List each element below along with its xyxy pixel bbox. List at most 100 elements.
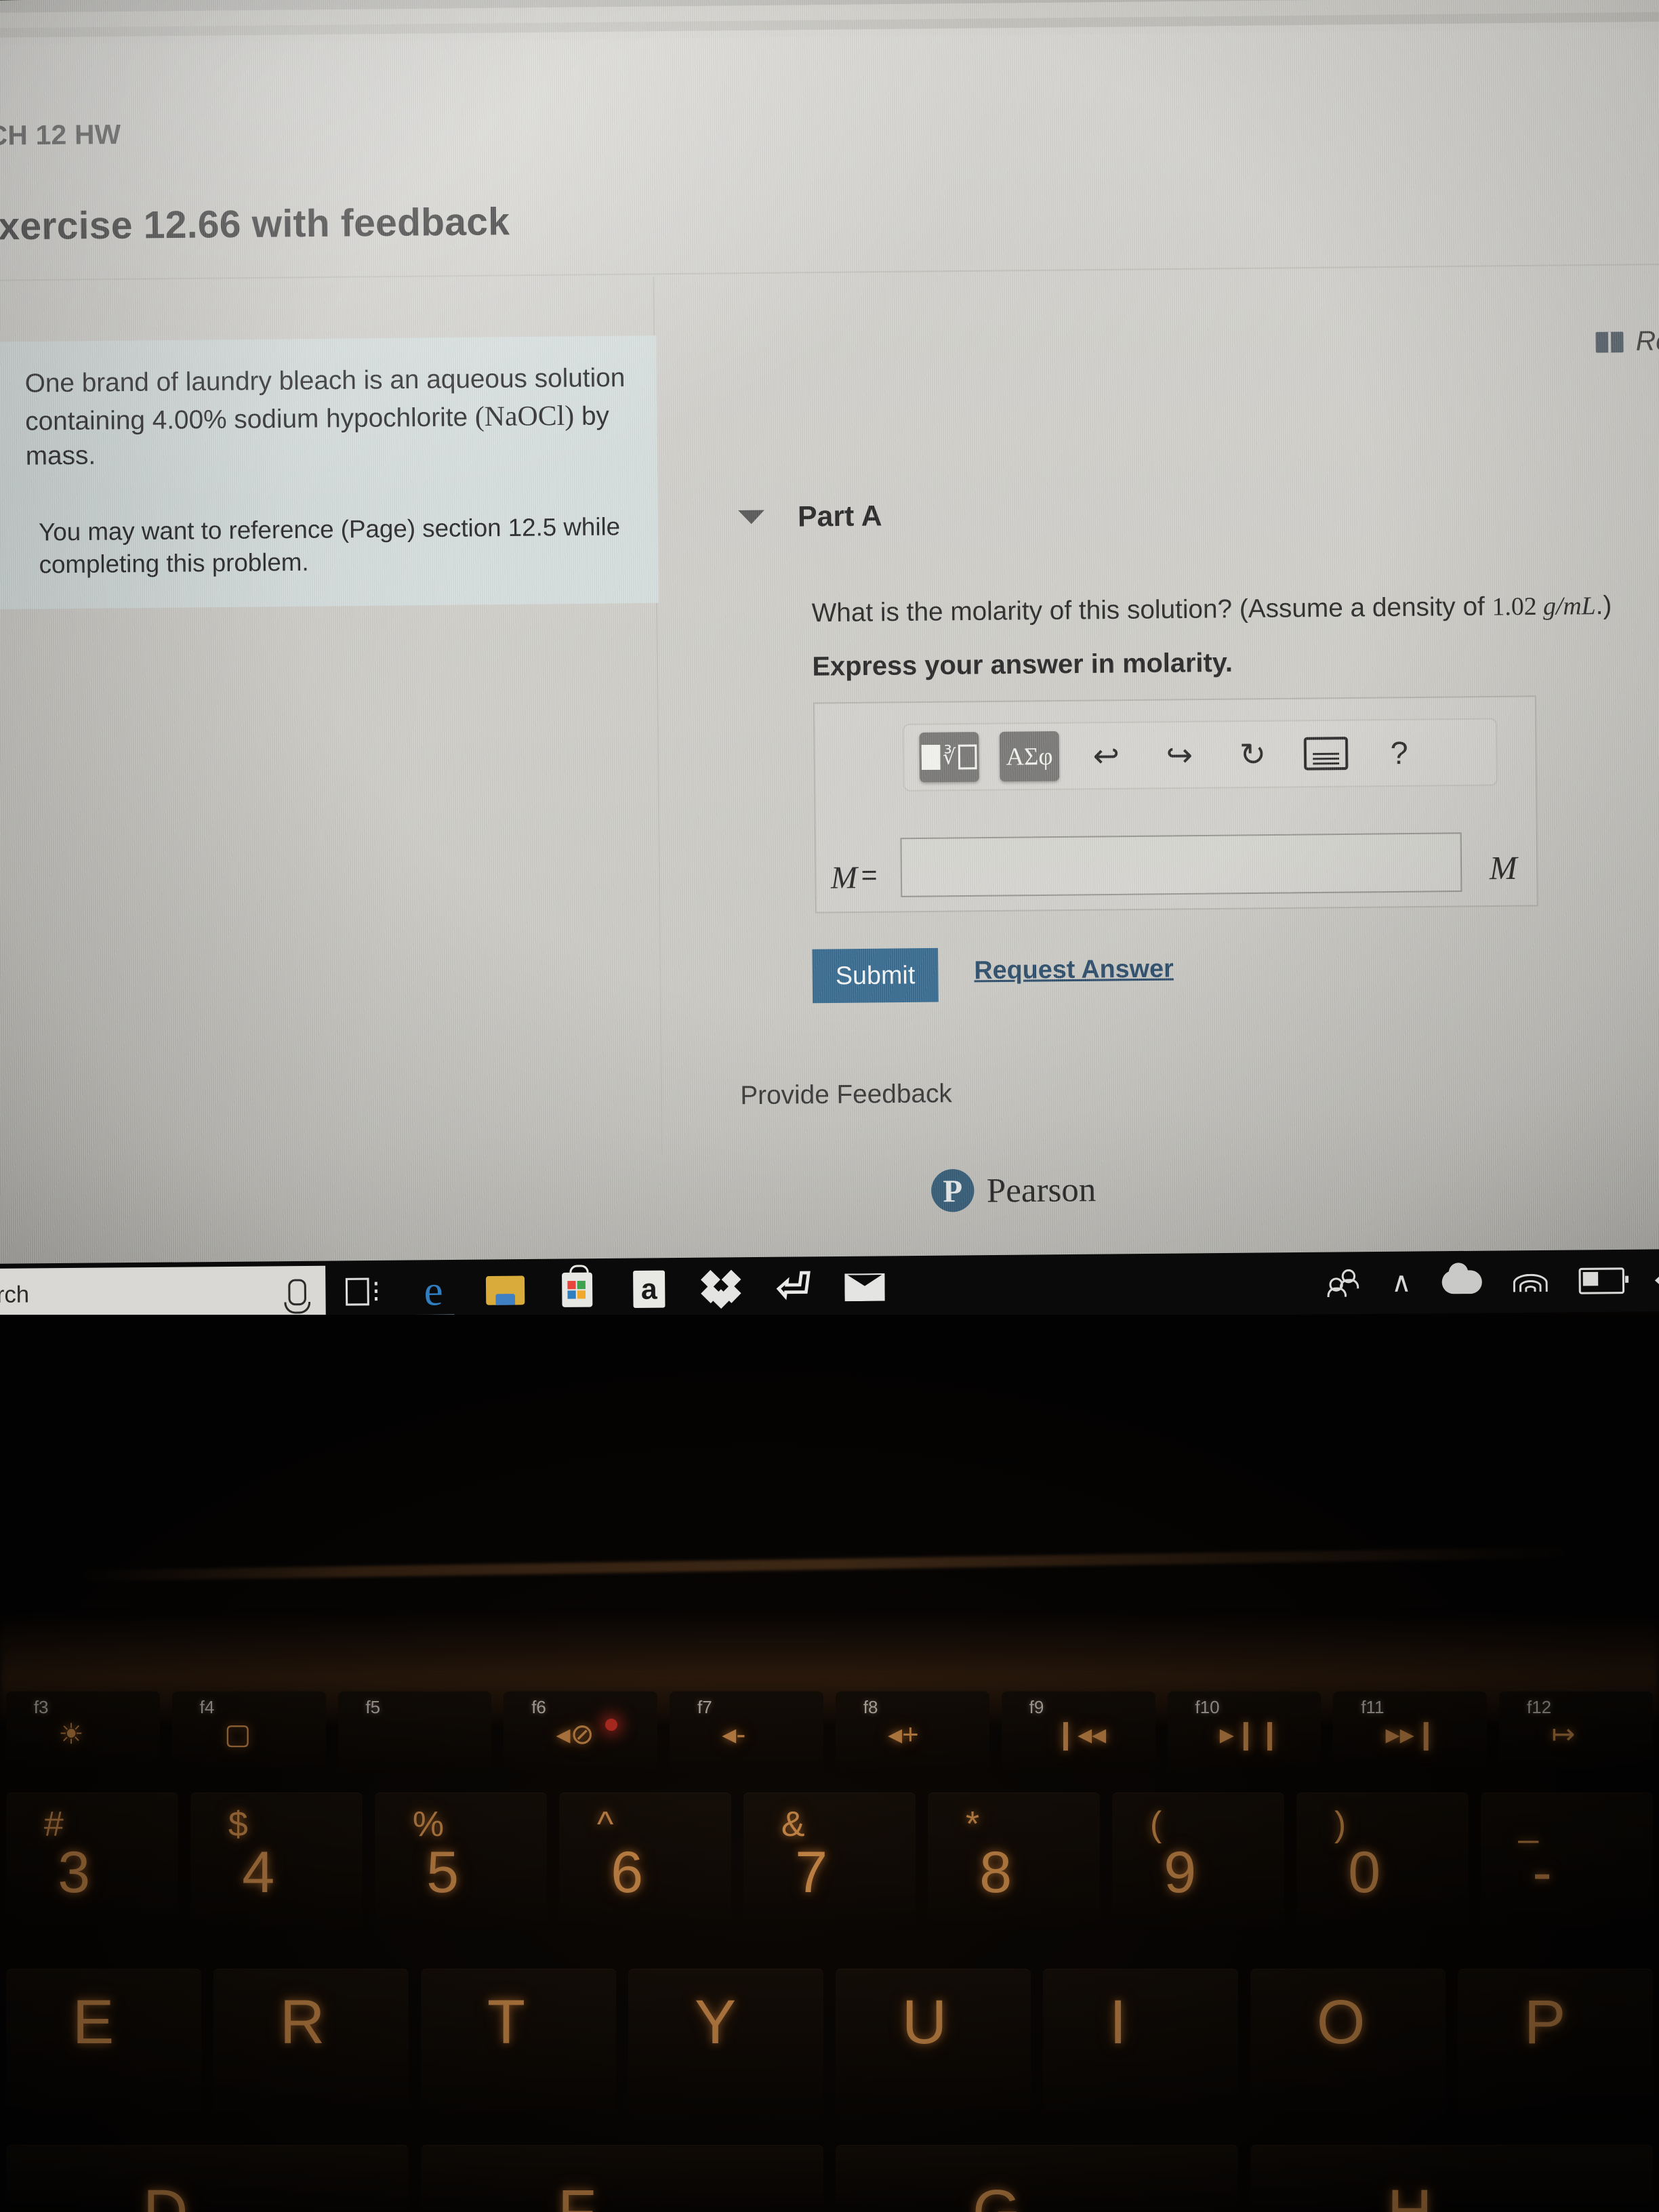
answer-equals-sign: = bbox=[861, 860, 878, 891]
mail-button[interactable] bbox=[829, 1256, 901, 1319]
key-number: 0 bbox=[1348, 1840, 1381, 1905]
key-f4[interactable]: f4 ▢ bbox=[171, 1691, 326, 1771]
key-fn-number: f7 bbox=[697, 1697, 712, 1717]
breadcrumb[interactable]: <CH 12 HW bbox=[0, 119, 121, 152]
key-9[interactable]: (9 bbox=[1112, 1793, 1284, 1931]
answer-instruction: Express your answer in molarity. bbox=[812, 648, 1233, 682]
key-r[interactable]: R bbox=[213, 1969, 409, 2118]
search-placeholder: arch bbox=[0, 1281, 30, 1308]
answer-variable-label: M bbox=[830, 859, 858, 895]
file-explorer-button[interactable] bbox=[469, 1259, 541, 1322]
key-f9[interactable]: f9 ❙◂◂ bbox=[1001, 1691, 1155, 1771]
chevron-down-icon[interactable] bbox=[738, 510, 765, 525]
key-i[interactable]: I bbox=[1043, 1969, 1238, 2118]
key-letter: R bbox=[279, 1988, 325, 2057]
amazon-button[interactable]: a bbox=[613, 1258, 685, 1321]
keyboard-icon[interactable] bbox=[1299, 729, 1352, 779]
mute-led-indicator bbox=[605, 1719, 618, 1731]
key-fn-symbol: ▸▸❙ bbox=[1385, 1718, 1438, 1750]
key-g[interactable]: G bbox=[836, 2145, 1238, 2212]
key-e[interactable]: E bbox=[6, 1969, 201, 2118]
key-letter: T bbox=[487, 1988, 526, 2057]
key-f11[interactable]: f11 ▸▸❙ bbox=[1333, 1691, 1488, 1771]
key-fn-symbol: ◂⊘ bbox=[556, 1718, 594, 1750]
key-7[interactable]: & 7 bbox=[743, 1793, 916, 1931]
redo-arrow-icon[interactable]: ↪ bbox=[1153, 730, 1206, 780]
key-number: 6 bbox=[611, 1840, 644, 1905]
task-view-button[interactable] bbox=[325, 1261, 398, 1324]
reference-note: You may want to reference (Page) section… bbox=[38, 512, 621, 579]
key-6[interactable]: ^ 6 bbox=[559, 1793, 731, 1931]
key-5[interactable]: % 5 bbox=[375, 1793, 547, 1931]
reset-circular-arrow-icon[interactable]: ↻ bbox=[1226, 729, 1279, 779]
people-icon[interactable] bbox=[1327, 1269, 1361, 1297]
part-a-header[interactable]: Part A bbox=[738, 499, 882, 534]
pearson-logo: P Pearson bbox=[930, 1168, 1097, 1212]
key-f[interactable]: F bbox=[421, 2145, 823, 2212]
key-f8[interactable]: f8 ◂+ bbox=[835, 1691, 989, 1771]
key-o[interactable]: O bbox=[1250, 1969, 1446, 2118]
key-fn-symbol: ◂+ bbox=[888, 1718, 919, 1750]
key-8[interactable]: * 8 bbox=[928, 1793, 1100, 1931]
microsoft-store-button[interactable] bbox=[541, 1258, 613, 1322]
book-icon bbox=[1595, 331, 1624, 353]
submit-button[interactable]: Submit bbox=[812, 947, 939, 1004]
key-f7[interactable]: f7 ◂- bbox=[670, 1691, 823, 1771]
key-fn-symbol: ▢ bbox=[224, 1718, 251, 1750]
keyboard-bottom-row: DF G H bbox=[0, 2145, 1659, 2212]
task-view-icon bbox=[345, 1277, 377, 1306]
key-number: 4 bbox=[242, 1840, 275, 1905]
key-0[interactable]: ) 0 bbox=[1296, 1793, 1469, 1931]
header-divider bbox=[0, 263, 1659, 281]
problem-statement-panel: One brand of laundry bleach is an aqueou… bbox=[0, 335, 659, 610]
laptop-photo: <CH 12 HW Exercise 12.66 with feedback O… bbox=[0, 0, 1659, 2212]
provide-feedback-link[interactable]: Provide Feedback bbox=[740, 1080, 952, 1111]
key-f3[interactable]: f3 ☀ bbox=[6, 1691, 160, 1771]
key-shift-symbol: * bbox=[965, 1805, 980, 1844]
speaker-icon[interactable] bbox=[1654, 1267, 1659, 1293]
greek-symbols-icon[interactable]: ΑΣφ bbox=[999, 731, 1060, 782]
request-answer-link[interactable]: Request Answer bbox=[974, 954, 1174, 985]
system-tray: ∧ bbox=[1327, 1267, 1659, 1298]
key-fn-number: f9 bbox=[1029, 1697, 1044, 1717]
key-letter: I bbox=[1109, 1988, 1127, 2057]
cloud-icon[interactable] bbox=[1441, 1270, 1482, 1294]
key-f12[interactable]: f12 ↦ bbox=[1499, 1691, 1653, 1771]
key-letter: G bbox=[972, 2177, 1021, 2212]
key-shift-symbol: ) bbox=[1334, 1805, 1347, 1844]
wifi-icon[interactable] bbox=[1513, 1268, 1549, 1294]
answer-input[interactable] bbox=[900, 832, 1462, 897]
key-shift-symbol: $ bbox=[228, 1805, 248, 1844]
key-h[interactable]: H bbox=[1250, 2145, 1653, 2212]
key-f10[interactable]: f10 ▸❙❙ bbox=[1167, 1691, 1322, 1771]
edge-browser-icon: e bbox=[424, 1267, 443, 1315]
key-p[interactable]: P bbox=[1458, 1969, 1653, 2118]
keyboard-letter-row: E R T YU I OP bbox=[0, 1969, 1659, 2125]
laptop-screen: <CH 12 HW Exercise 12.66 with feedback O… bbox=[0, 0, 1659, 1297]
key-t[interactable]: T bbox=[421, 1969, 616, 2118]
key-y[interactable]: Y bbox=[628, 1969, 823, 2118]
edge-taskbar-button[interactable]: e bbox=[397, 1260, 470, 1323]
key-4[interactable]: $4 bbox=[190, 1793, 363, 1931]
part-a-question: What is the molarity of this solution? (… bbox=[811, 591, 1612, 628]
dropbox-button[interactable] bbox=[684, 1257, 757, 1320]
battery-icon[interactable] bbox=[1578, 1267, 1625, 1294]
key-f6[interactable]: f6 ◂⊘ bbox=[504, 1691, 658, 1771]
microphone-icon[interactable] bbox=[288, 1279, 307, 1306]
key-3[interactable]: #3 bbox=[6, 1793, 178, 1931]
key-u[interactable]: U bbox=[836, 1969, 1031, 2118]
key--[interactable]: _ - bbox=[1481, 1793, 1653, 1931]
review-constants-link[interactable]: Rev bbox=[1595, 326, 1659, 358]
undo-arrow-icon[interactable]: ↩ bbox=[1080, 731, 1132, 781]
help-question-icon[interactable]: ? bbox=[1373, 728, 1426, 778]
key-f5[interactable]: f5 bbox=[337, 1691, 492, 1771]
chevron-up-icon[interactable]: ∧ bbox=[1391, 1267, 1412, 1298]
key-fn-number: f4 bbox=[199, 1697, 215, 1717]
problem-statement: One brand of laundry bleach is an aqueou… bbox=[24, 361, 630, 474]
search-input[interactable]: arch bbox=[0, 1265, 326, 1322]
math-template-icon[interactable]: ∛ bbox=[919, 732, 979, 783]
key-shift-symbol: & bbox=[781, 1805, 805, 1844]
lightning-app-button[interactable]: ⏎ bbox=[757, 1256, 830, 1319]
key-fn-symbol: ❙◂◂ bbox=[1053, 1718, 1107, 1750]
key-d[interactable]: D bbox=[6, 2145, 409, 2212]
